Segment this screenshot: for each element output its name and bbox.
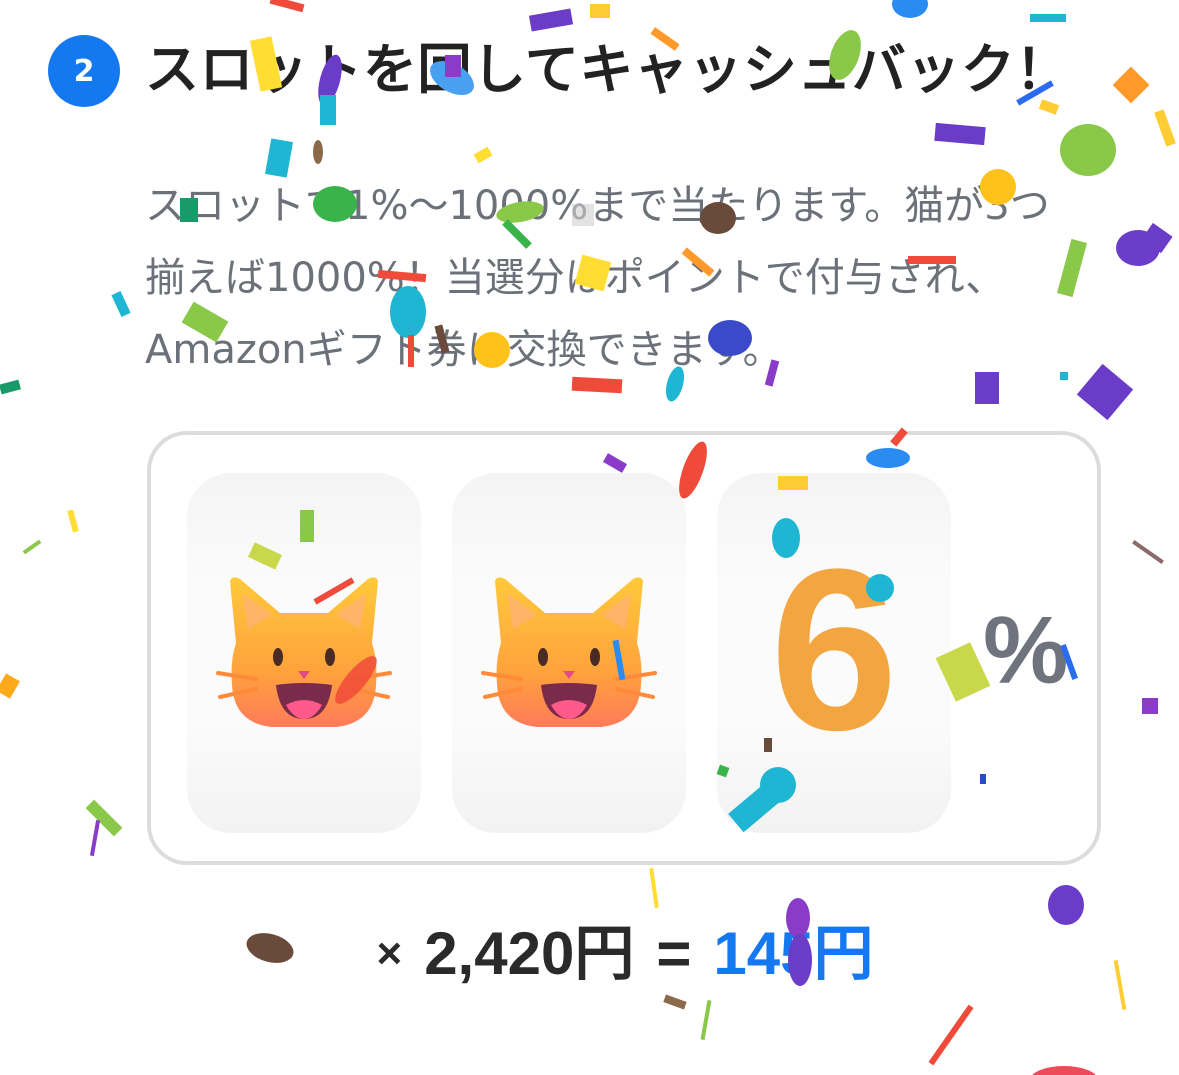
- slot-reel-3: 6: [717, 473, 951, 833]
- step-number-badge: 2: [48, 35, 120, 107]
- slot-reel-1: [187, 473, 421, 833]
- slot-machine: 6 %: [147, 431, 1101, 865]
- cashback-result: 145円: [713, 920, 874, 987]
- grinning-cat-icon: [481, 577, 657, 727]
- description-line: 揃えば1000%！当選分はポイントで付与され、: [145, 255, 1006, 301]
- multiply-sign: ×: [376, 929, 403, 978]
- description-line: スロットで1%～1000%まで当たります。猫が3つ: [145, 183, 1050, 229]
- description: スロットで1%～1000%まで当たります。猫が3つ 揃えば1000%！当選分はポ…: [145, 170, 1105, 386]
- slot-result-number: 6: [770, 521, 898, 778]
- percent-sign: %: [983, 597, 1069, 704]
- grinning-cat-icon: [216, 577, 392, 727]
- slot-cashback-section: 2 スロットを回してキャッシュバック！ スロットで1%～1000%まで当たります…: [0, 0, 1179, 1075]
- equals-sign: =: [656, 920, 692, 987]
- slot-reel-2: [452, 473, 686, 833]
- step-title: スロットを回してキャッシュバック！: [145, 38, 1070, 101]
- purchase-amount: 2,420円: [424, 920, 635, 987]
- description-line: Amazonギフト券に交換できます。: [145, 327, 783, 373]
- cashback-formula: × 2,420円 = 145円: [0, 905, 1179, 992]
- step-number: 2: [73, 53, 95, 89]
